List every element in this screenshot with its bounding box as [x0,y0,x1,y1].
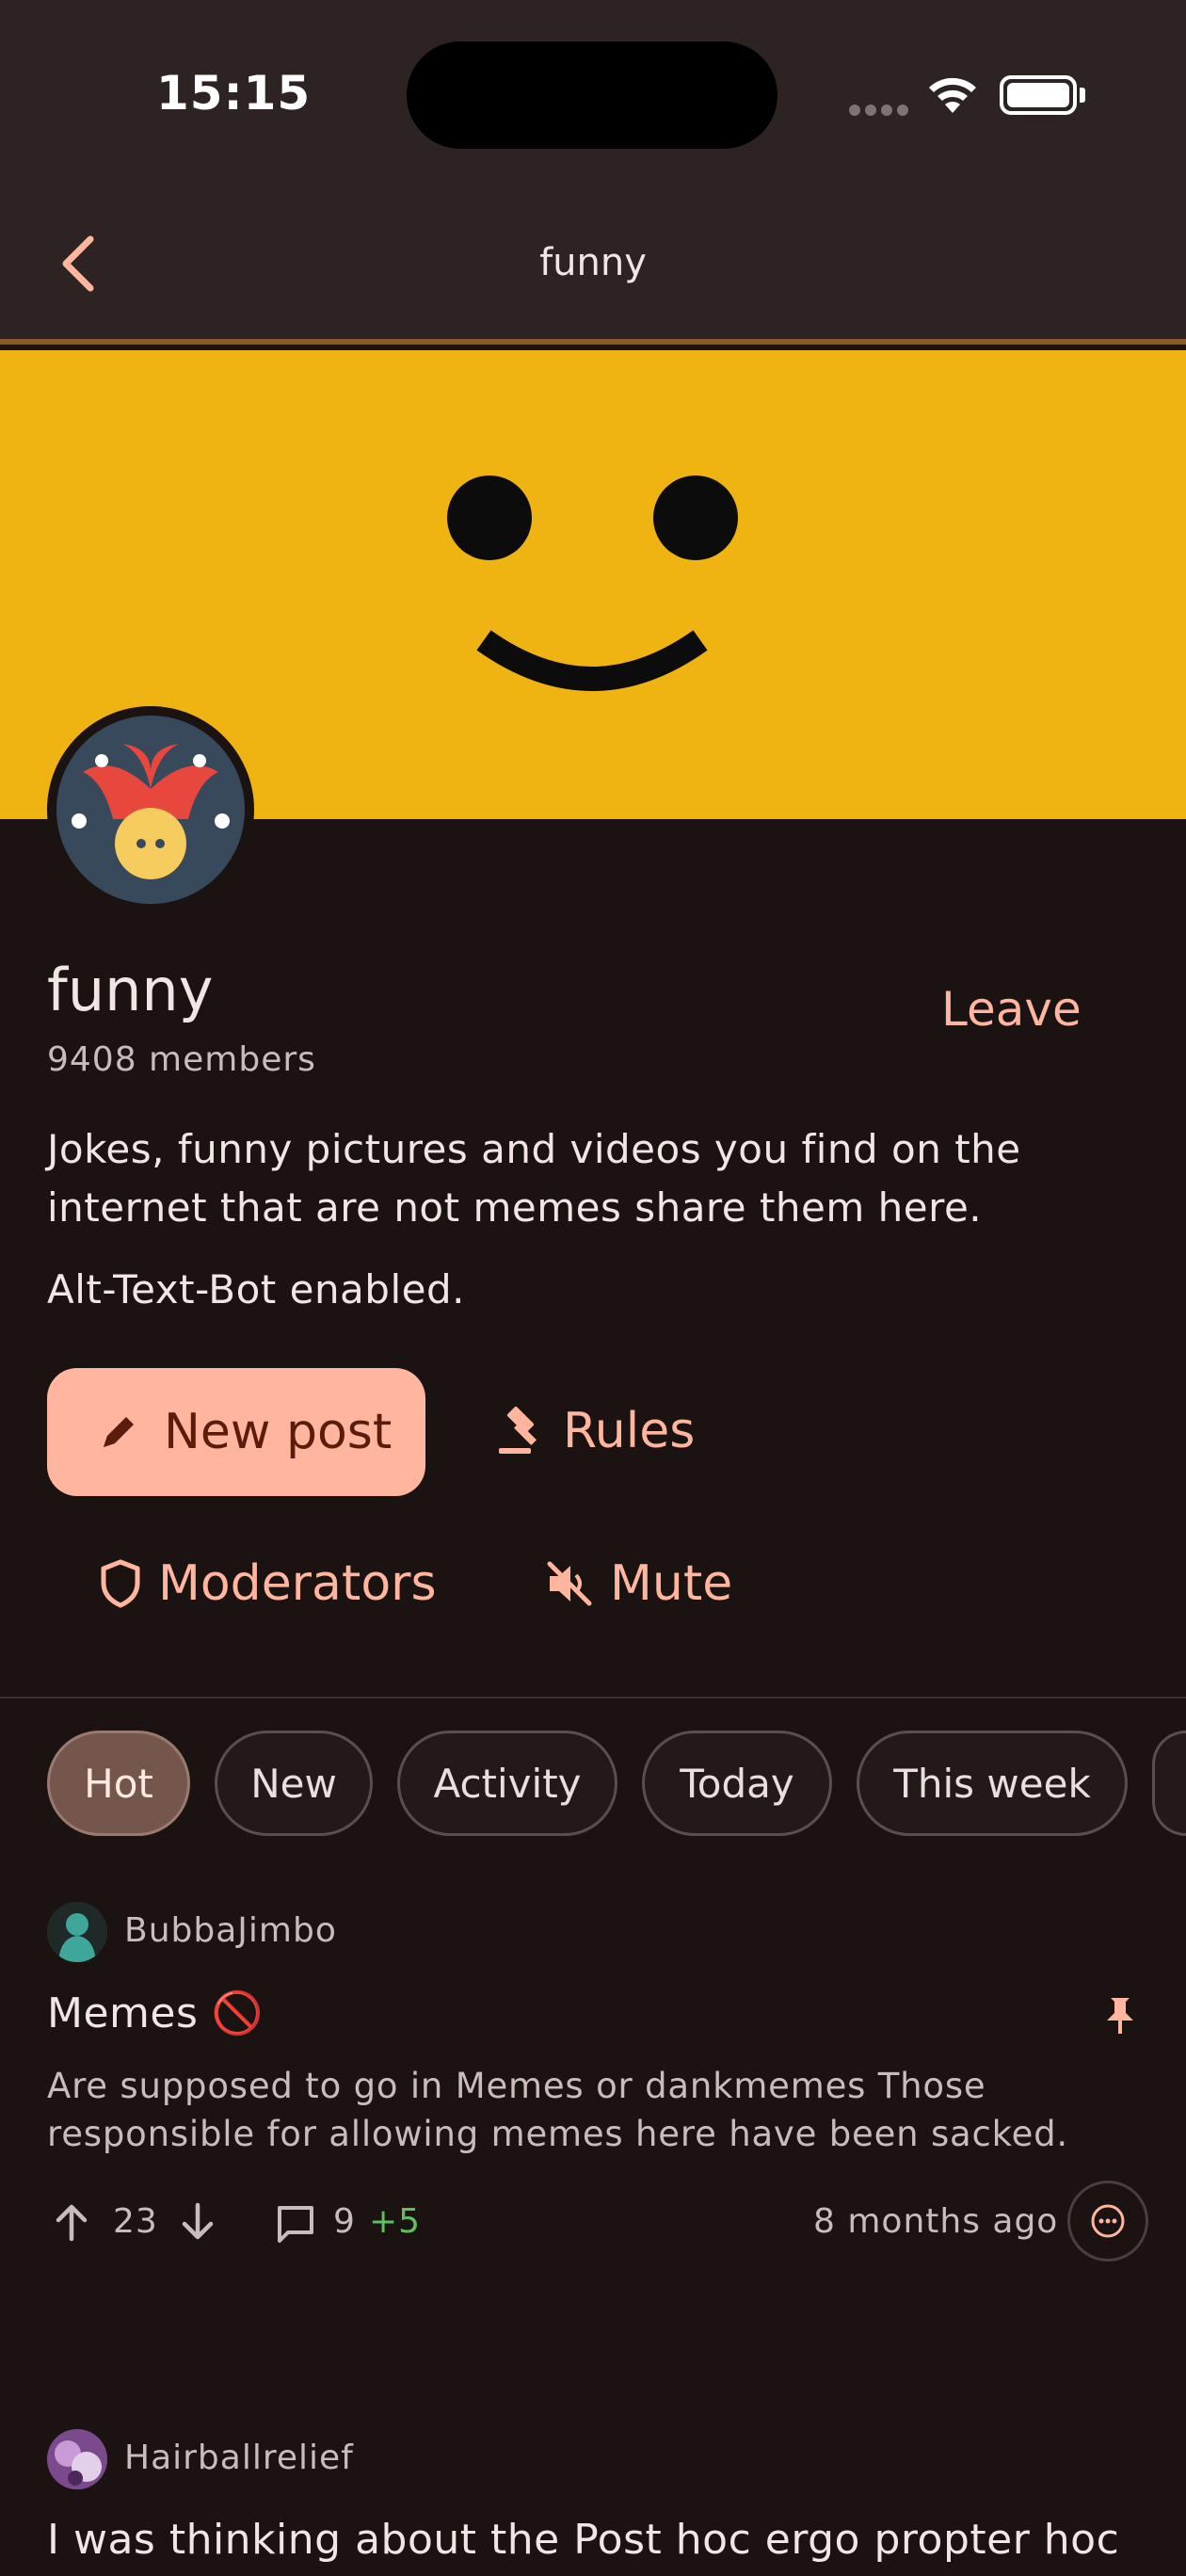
banner-eye-right [653,475,738,560]
battery-icon [1000,75,1077,115]
post-author-avatar[interactable] [47,2429,107,2489]
wifi-icon [929,77,976,113]
community-description: Jokes, funny pictures and videos you fin… [47,1126,1021,1231]
new-comments-count: +5 [369,2202,422,2241]
sort-chip-overflow[interactable] [1152,1731,1186,1836]
gavel-icon [499,1406,537,1454]
status-time: 15:15 [156,66,312,121]
post-title[interactable]: Memes 🚫 [47,1988,264,2037]
member-count: 9408 members [47,1040,316,1079]
banner-smile [476,630,708,691]
moderators-button[interactable]: Moderators [100,1555,437,1612]
sort-chip-new[interactable]: New [215,1731,373,1836]
battery-tip [1080,88,1085,103]
more-horizontal-icon [1091,2204,1125,2238]
post-author-avatar[interactable] [47,1902,107,1962]
mute-button[interactable]: Mute [546,1555,732,1612]
alt-text-note: Alt-Text-Bot enabled. [47,1266,465,1312]
community-name: funny [47,956,214,1024]
post-options-button[interactable] [1067,2181,1148,2262]
sort-chip-activity[interactable]: Activity [397,1731,617,1836]
jester-icon [72,744,230,879]
new-post-label: New post [164,1404,393,1460]
new-post-button[interactable]: New post [47,1368,425,1496]
banner-eye-left [447,475,532,560]
moderators-label: Moderators [158,1555,437,1612]
post-author[interactable]: BubbaJimbo [124,1911,337,1950]
community-avatar [47,706,254,913]
post-author[interactable]: Hairballrelief [124,2439,354,2477]
comment-icon[interactable] [275,2203,316,2245]
dynamic-island [407,41,777,149]
post-title-text: Memes [47,1989,199,2037]
downvote-icon[interactable] [177,2201,218,2243]
volume-off-icon [547,1561,592,1606]
pin-icon [1107,1998,1133,2034]
divider [0,1697,1186,1699]
post-score: 23 [113,2202,158,2241]
rules-button[interactable]: Rules [497,1403,695,1459]
pencil-icon [104,1417,134,1447]
leave-button[interactable]: Leave [941,982,1082,1037]
app-bar-title: funny [539,241,647,284]
cellular-signal-icon [849,102,913,120]
sort-chip-hot[interactable]: Hot [47,1731,190,1836]
mute-label: Mute [610,1555,733,1612]
post-age: 8 months ago [813,2202,1059,2241]
post-body: Are supposed to go in Memes or dankmemes… [47,2066,1068,2154]
upvote-icon[interactable] [51,2201,92,2243]
comment-count: 9 [333,2202,356,2241]
shield-icon [101,1559,140,1608]
sort-chip-this-week[interactable]: This week [857,1731,1128,1836]
top-bar: 15:15 funny [0,0,1186,345]
cat-avatar-icon [47,2429,107,2489]
post-title-emoji: 🚫 [211,1989,264,2037]
sort-chip-today[interactable]: Today [642,1731,832,1836]
statue-avatar-icon [47,1902,107,1962]
rules-label: Rules [563,1403,696,1459]
post-title[interactable]: I was thinking about the Post hoc ergo p… [47,2516,1119,2564]
